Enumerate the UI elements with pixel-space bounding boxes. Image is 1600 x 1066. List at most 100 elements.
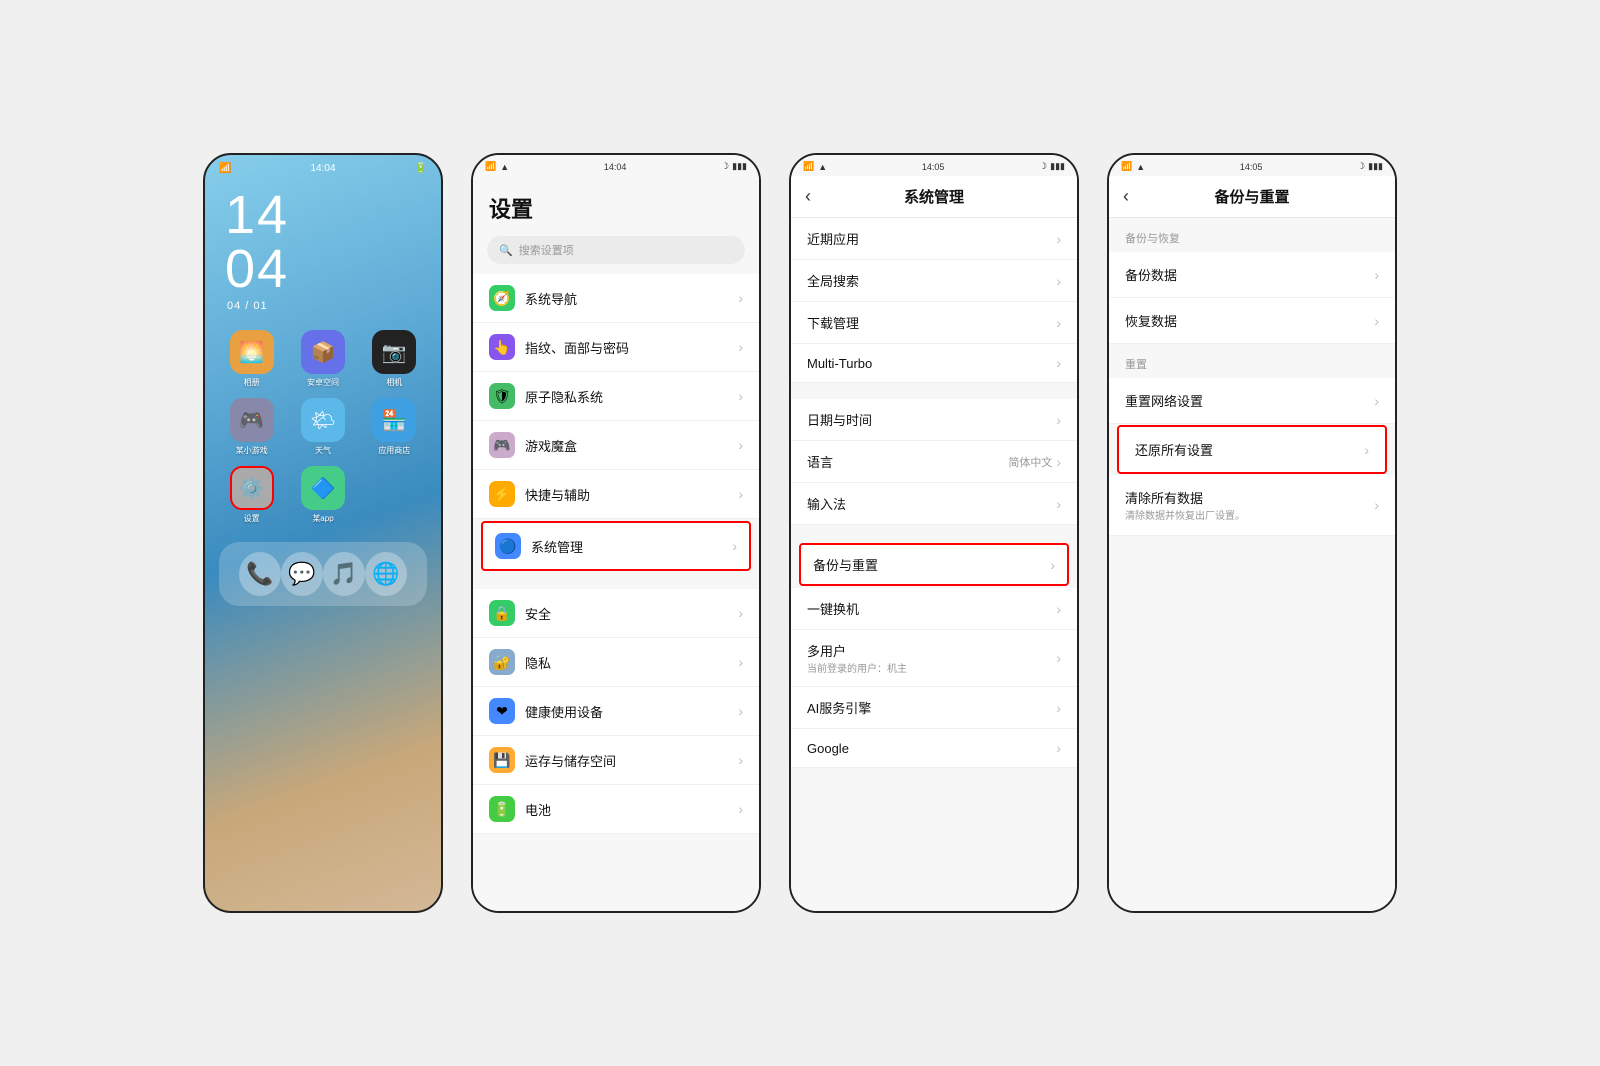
app-weather[interactable]: 🌤 天气 [292, 398, 353, 456]
app-camera-icon: 📷 [372, 330, 416, 374]
restore-data-chevron: › [1374, 313, 1379, 329]
restore-all-label: 还原所有设置 [1135, 440, 1364, 459]
clear-all-data-label: 清除所有数据 [1125, 488, 1374, 507]
settings-item-shortcut[interactable]: ⚡ 快捷与辅助 › [473, 470, 759, 519]
phone2-signal-icon: 📶 [485, 161, 496, 172]
app-store-label: 应用商店 [378, 445, 410, 456]
system-multi-turbo[interactable]: Multi-Turbo › [791, 344, 1077, 383]
fingerprint-icon: 👆 [489, 334, 515, 360]
health-icon: ❤ [489, 698, 515, 724]
phone4-section1-label: 备份与恢复 [1109, 218, 1395, 252]
app-android[interactable]: 📦 安卓空间 [292, 330, 353, 388]
phone3-battery-icon: ▮▮▮ [1050, 161, 1065, 172]
date-time-chevron: › [1056, 412, 1061, 428]
shortcut-label: 快捷与辅助 [525, 485, 738, 504]
fingerprint-label: 指纹、面部与密码 [525, 338, 738, 357]
download-mgmt-chevron: › [1056, 315, 1061, 331]
dock-music[interactable]: 🎵 [323, 552, 365, 596]
input-method-chevron: › [1056, 496, 1061, 512]
phone2-search[interactable]: 🔍 搜索设置项 [487, 236, 745, 264]
system-ai-service[interactable]: AI服务引擎 › [791, 687, 1077, 729]
global-search-chevron: › [1056, 273, 1061, 289]
settings-item-fingerprint[interactable]: 👆 指纹、面部与密码 › [473, 323, 759, 372]
settings-item-battery[interactable]: 🔋 电池 › [473, 785, 759, 834]
phone4-section2-label: 重置 [1109, 344, 1395, 378]
settings-item-gamebox[interactable]: 🎮 游戏魔盒 › [473, 421, 759, 470]
phone3-status-bar: 📶 ▲ 14:05 ☽ ▮▮▮ [791, 155, 1077, 176]
privacy-icon: 🛡 [489, 383, 515, 409]
system-backup-reset[interactable]: 备份与重置 › [799, 543, 1069, 586]
phone4-header: ‹ 备份与重置 [1109, 176, 1395, 218]
section-gap-phone3-2 [791, 525, 1077, 541]
phone4-back-button[interactable]: ‹ [1123, 186, 1129, 207]
phone1-app-grid: 🌅 相册 📦 安卓空间 📷 相机 🎮 某小游戏 🌤 天气 🏪 应用商店 ⚙️ 设… [205, 316, 441, 532]
phone1-dock: 📞 💬 🎵 🌐 [219, 542, 427, 606]
app-settings-label: 设置 [244, 513, 260, 524]
system-mgmt-icon: 🔵 [495, 533, 521, 559]
clear-all-data-sub: 清除数据并恢复出厂设置。 [1125, 507, 1374, 522]
backup-data-label: 备份数据 [1125, 265, 1374, 284]
gamebox-chevron: › [738, 437, 743, 453]
system-recent-apps[interactable]: 近期应用 › [791, 218, 1077, 260]
restore-all-settings-item[interactable]: 还原所有设置 › [1117, 425, 1387, 474]
phone3-back-button[interactable]: ‹ [805, 186, 811, 207]
settings-item-navigation[interactable]: 🧭 系统导航 › [473, 274, 759, 323]
system-download-mgmt[interactable]: 下载管理 › [791, 302, 1077, 344]
app-game-label: 某小游戏 [236, 445, 268, 456]
app-android-icon: 📦 [301, 330, 345, 374]
priv2-chevron: › [738, 654, 743, 670]
priv2-icon: 🔐 [489, 649, 515, 675]
phone2-status-bar: 📶 ▲ 14:04 ☽ ▮▮▮ [473, 155, 759, 176]
settings-item-health[interactable]: ❤ 健康使用设备 › [473, 687, 759, 736]
privacy-label: 原子隐私系统 [525, 387, 738, 406]
phone4-settings-list: 备份与恢复 备份数据 › 恢复数据 › 重置 重置网络设置 › 还原所有设置 ›… [1109, 218, 1395, 911]
phone4-moon-icon: ☽ [1357, 161, 1365, 172]
language-value: 简体中文 [1008, 454, 1052, 470]
dock-messages[interactable]: 💬 [281, 552, 323, 596]
dock-browser[interactable]: 🌐 [365, 552, 407, 596]
navigation-icon: 🧭 [489, 285, 515, 311]
section-gap-1 [473, 573, 759, 589]
settings-item-system-mgmt[interactable]: 🔵 系统管理 › [481, 521, 751, 571]
system-input-method[interactable]: 输入法 › [791, 483, 1077, 525]
phone4-status-bar: 📶 ▲ 14:05 ☽ ▮▮▮ [1109, 155, 1395, 176]
settings-item-priv2[interactable]: 🔐 隐私 › [473, 638, 759, 687]
settings-item-security[interactable]: 🔒 安全 › [473, 589, 759, 638]
app-settings[interactable]: ⚙️ 设置 [221, 466, 282, 524]
ai-service-chevron: › [1056, 700, 1061, 716]
app-store[interactable]: 🏪 应用商店 [364, 398, 425, 456]
security-chevron: › [738, 605, 743, 621]
phone1-status-bar: 📶 14:04 🔋 [205, 155, 441, 178]
restore-data-item[interactable]: 恢复数据 › [1109, 298, 1395, 344]
app-camera[interactable]: 📷 相机 [364, 330, 425, 388]
clear-all-data-item[interactable]: 清除所有数据 清除数据并恢复出厂设置。 › [1109, 475, 1395, 536]
system-global-search[interactable]: 全局搜索 › [791, 260, 1077, 302]
phone4-time: 14:05 [1240, 162, 1263, 172]
system-google[interactable]: Google › [791, 729, 1077, 768]
backup-reset-label: 备份与重置 [813, 555, 1050, 574]
phone1-homescreen: 📶 14:04 🔋 14 04 04 / 01 🌅 相册 📦 安卓空间 📷 相机… [203, 153, 443, 913]
phone1-minute: 04 [225, 242, 421, 296]
dock-phone[interactable]: 📞 [239, 552, 281, 596]
recent-apps-label: 近期应用 [807, 229, 1056, 248]
phone4-title: 备份与重置 [1214, 186, 1289, 207]
health-label: 健康使用设备 [525, 702, 738, 721]
system-language[interactable]: 语言 简体中文 › [791, 441, 1077, 483]
one-click-switch-label: 一键换机 [807, 599, 1056, 618]
app-other[interactable]: 🔷 某app [292, 466, 353, 524]
settings-item-privacy[interactable]: 🛡 原子隐私系统 › [473, 372, 759, 421]
system-one-click-switch[interactable]: 一键换机 › [791, 588, 1077, 630]
app-album[interactable]: 🌅 相册 [221, 330, 282, 388]
reset-network-item[interactable]: 重置网络设置 › [1109, 378, 1395, 424]
language-chevron: › [1056, 454, 1061, 470]
settings-item-storage[interactable]: 💾 运存与储存空间 › [473, 736, 759, 785]
phone2-settings: 📶 ▲ 14:04 ☽ ▮▮▮ 设置 🔍 搜索设置项 🧭 系统导航 › 👆 指纹… [471, 153, 761, 913]
backup-data-item[interactable]: 备份数据 › [1109, 252, 1395, 298]
language-label: 语言 [807, 452, 1008, 471]
system-date-time[interactable]: 日期与时间 › [791, 399, 1077, 441]
phone4-backup-reset: 📶 ▲ 14:05 ☽ ▮▮▮ ‹ 备份与重置 备份与恢复 备份数据 › 恢复数… [1107, 153, 1397, 913]
phone1-time: 14:04 [310, 163, 335, 174]
privacy-chevron: › [738, 388, 743, 404]
app-game[interactable]: 🎮 某小游戏 [221, 398, 282, 456]
system-multi-user[interactable]: 多用户 当前登录的用户：机主 › [791, 630, 1077, 687]
